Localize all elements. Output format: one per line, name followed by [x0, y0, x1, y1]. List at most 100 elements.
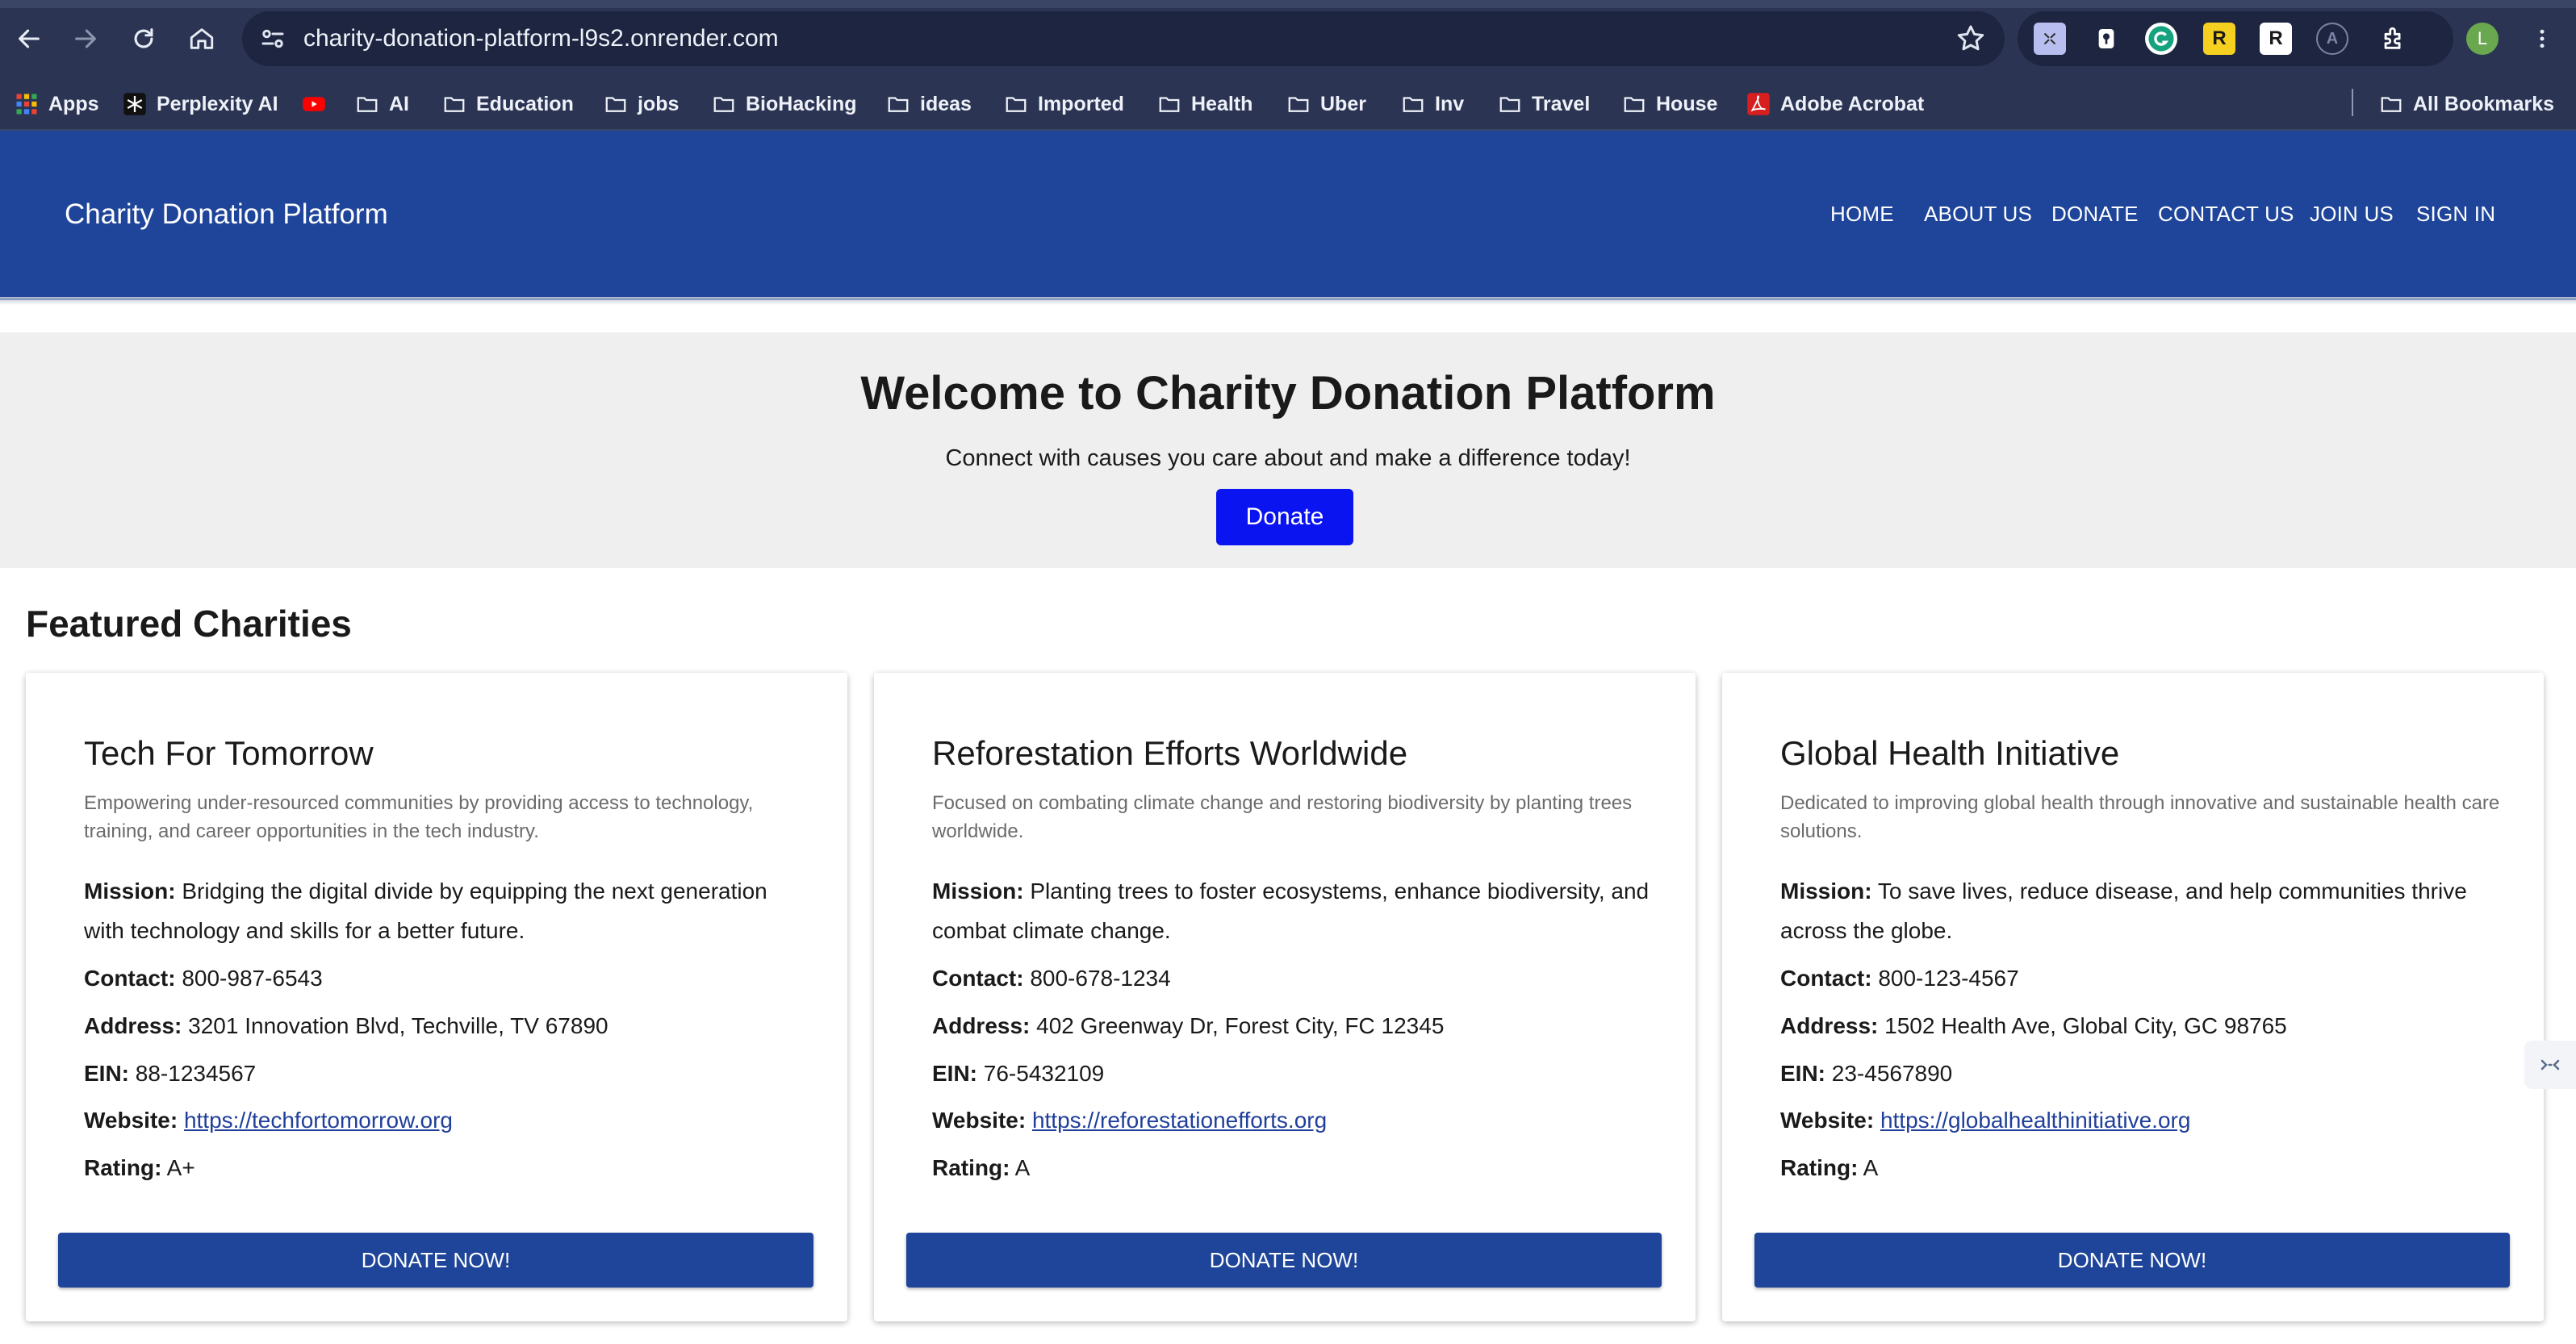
ein-value: 88-1234567: [135, 1061, 257, 1086]
charity-website: Website: https://reforestationefforts.or…: [932, 1100, 1658, 1140]
apps-grid-icon: [16, 94, 37, 115]
nav-sign-in[interactable]: SIGN IN: [2416, 202, 2495, 227]
nav-about-us[interactable]: ABOUT US: [1924, 202, 2032, 227]
charity-description: Empowering under-resourced communities b…: [84, 792, 754, 842]
donate-now-button[interactable]: DONATE NOW!: [906, 1233, 1662, 1288]
nav-contact-us[interactable]: CONTACT US: [2158, 202, 2294, 227]
bookmark-label: ideas: [920, 92, 972, 115]
bookmark-folder-travel[interactable]: Travel: [1498, 89, 1590, 119]
charity-ein: EIN: 76-5432109: [932, 1054, 1658, 1093]
bookmark-folder-inv[interactable]: Inv: [1401, 89, 1464, 119]
readwise-extension-icon[interactable]: R: [2260, 23, 2292, 55]
bookmark-folder-uber[interactable]: Uber: [1286, 89, 1366, 119]
bookmark-apps[interactable]: Apps: [15, 89, 99, 119]
adobe-acrobat-icon: [1747, 93, 1770, 115]
bookmark-label: Perplexity AI: [157, 92, 278, 115]
site-brand[interactable]: Charity Donation Platform: [65, 198, 388, 231]
reload-icon[interactable]: [123, 18, 165, 60]
bookmark-folder-education[interactable]: Education: [442, 89, 574, 119]
bookmark-folder-biohacking[interactable]: BioHacking: [712, 89, 857, 119]
bookmark-label: Health: [1191, 92, 1253, 115]
rating-label: Rating:: [1780, 1155, 1859, 1180]
charity-ein: EIN: 23-4567890: [1780, 1054, 2507, 1093]
charity-description: Dedicated to improving global health thr…: [1780, 792, 2500, 842]
rating-value: A+: [166, 1155, 195, 1180]
bookmark-label: Travel: [1532, 92, 1591, 115]
bookmark-label: Adobe Acrobat: [1780, 92, 1925, 115]
bookmark-label: BioHacking: [746, 92, 857, 115]
charity-website: Website: https://globalhealthinitiative.…: [1780, 1100, 2507, 1140]
ein-value: 23-4567890: [1831, 1061, 1953, 1086]
bookmark-folder-ideas[interactable]: ideas: [886, 89, 972, 119]
charity-address: Address: 402 Greenway Dr, Forest City, F…: [932, 1006, 1658, 1046]
charity-address: Address: 1502 Health Ave, Global City, G…: [1780, 1006, 2507, 1046]
nav-home[interactable]: HOME: [1830, 202, 1894, 227]
rating-label: Rating:: [932, 1155, 1010, 1180]
extension-icon[interactable]: [2034, 23, 2066, 55]
contact-label: Contact:: [932, 966, 1024, 991]
folder-icon: [1159, 97, 1180, 112]
bookmark-adobe-acrobat[interactable]: Adobe Acrobat: [1746, 89, 1924, 119]
bookmarks-bar: Apps Perplexity AI AI Education jobs Bio…: [0, 77, 2576, 131]
nav-donate[interactable]: DONATE: [2051, 202, 2139, 227]
hero-donate-button[interactable]: Donate: [1216, 489, 1353, 545]
charity-mission: Mission: Planting trees to foster ecosys…: [932, 871, 1658, 950]
bookmark-folder-imported[interactable]: Imported: [1004, 89, 1124, 119]
folder-icon: [1403, 97, 1424, 112]
charity-card: Tech For Tomorrow Empowering under-resou…: [26, 673, 847, 1321]
hero-subtitle: Connect with causes you care about and m…: [945, 445, 1631, 471]
nav-join-us[interactable]: JOIN US: [2310, 202, 2394, 227]
bookmark-perplexity[interactable]: Perplexity AI: [123, 89, 278, 119]
mission-label: Mission:: [1780, 879, 1872, 904]
bookmark-folder-house[interactable]: House: [1622, 89, 1717, 119]
home-icon[interactable]: [181, 18, 223, 60]
rating-value: A: [1014, 1155, 1031, 1180]
bookmark-star-icon[interactable]: [1955, 23, 1987, 55]
side-panel-toggle-icon[interactable]: [2524, 1041, 2576, 1089]
header-shadow: [0, 297, 2576, 305]
password-manager-icon[interactable]: [2090, 23, 2122, 55]
mission-value: Planting trees to foster ecosystems, enh…: [932, 879, 1650, 943]
bookmark-folder-jobs[interactable]: jobs: [604, 89, 679, 119]
a-extension-icon[interactable]: A: [2316, 23, 2348, 55]
bookmark-youtube[interactable]: [302, 89, 326, 119]
website-link[interactable]: https://reforestationefforts.org: [1032, 1108, 1327, 1133]
forward-icon[interactable]: [65, 18, 107, 60]
all-bookmarks-folder[interactable]: All Bookmarks: [2379, 89, 2554, 119]
donate-now-button[interactable]: DONATE NOW!: [58, 1233, 813, 1288]
tab-strip: [0, 0, 2576, 8]
address-bar[interactable]: charity-donation-platform-l9s2.onrender.…: [242, 11, 2005, 66]
folder-icon: [357, 97, 378, 112]
site-settings-icon[interactable]: [258, 24, 287, 53]
contact-value: 800-987-6543: [182, 966, 323, 991]
url-text[interactable]: charity-donation-platform-l9s2.onrender.…: [303, 24, 779, 53]
charity-card: Global Health Initiative Dedicated to im…: [1722, 673, 2544, 1321]
donate-now-button[interactable]: DONATE NOW!: [1754, 1233, 2510, 1288]
site-header: Charity Donation Platform HOME ABOUT US …: [0, 131, 2576, 300]
charity-name: Tech For Tomorrow: [84, 734, 374, 772]
folder-icon: [1006, 97, 1027, 112]
bookmark-folder-health[interactable]: Health: [1157, 89, 1252, 119]
bookmark-label: Education: [476, 92, 574, 115]
hero-title: Welcome to Charity Donation Platform: [860, 367, 1716, 419]
kebab-menu-icon[interactable]: [2526, 19, 2558, 58]
reader-extension-icon[interactable]: R: [2203, 23, 2235, 55]
address-value: 1502 Health Ave, Global City, GC 98765: [1884, 1013, 2287, 1038]
profile-avatar[interactable]: L: [2466, 23, 2499, 55]
contact-label: Contact:: [1780, 966, 1872, 991]
bookmark-folder-ai[interactable]: AI: [355, 89, 409, 119]
website-link[interactable]: https://globalhealthinitiative.org: [1880, 1108, 2190, 1133]
grammarly-icon[interactable]: [2145, 23, 2177, 55]
charity-rating: Rating: A: [932, 1148, 1658, 1187]
folder-icon: [1499, 97, 1520, 112]
address-value: 3201 Innovation Blvd, Techville, TV 6789…: [188, 1013, 608, 1038]
extensions-icon[interactable]: [2377, 23, 2410, 55]
website-link[interactable]: https://techfortomorrow.org: [184, 1108, 453, 1133]
back-icon[interactable]: [8, 18, 50, 60]
website-label: Website:: [1780, 1108, 1875, 1133]
ein-label: EIN:: [932, 1061, 977, 1086]
bookmark-label: Imported: [1038, 92, 1124, 115]
folder-icon: [1624, 97, 1645, 112]
browser-toolbar: charity-donation-platform-l9s2.onrender.…: [0, 0, 2576, 77]
folder-icon: [888, 97, 909, 112]
